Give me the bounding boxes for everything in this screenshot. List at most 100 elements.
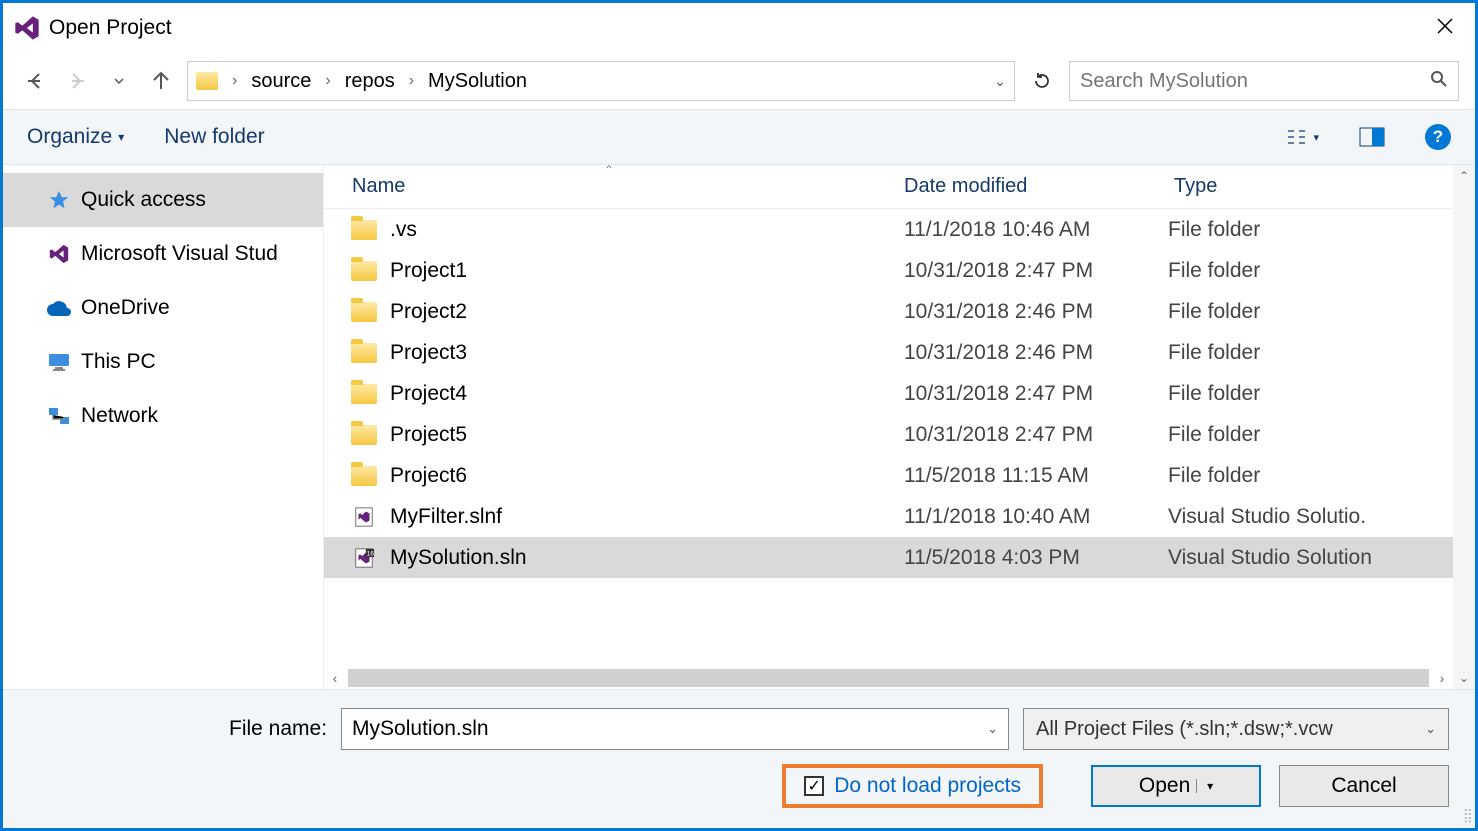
file-type: Visual Studio Solution xyxy=(1168,546,1453,570)
sidebar-item-label: OneDrive xyxy=(81,296,170,320)
recent-locations-button[interactable] xyxy=(103,65,135,97)
breadcrumb-source[interactable]: source xyxy=(247,68,315,95)
chevron-down-icon: ⌄ xyxy=(1425,721,1436,737)
sidebar-item-label: Microsoft Visual Stud xyxy=(81,242,278,266)
file-name-dropdown[interactable]: ⌄ xyxy=(987,721,998,737)
pc-icon xyxy=(47,350,71,374)
toolbar: Organize ▾ New folder ▾ ? xyxy=(3,109,1475,165)
chevron-right-icon: › xyxy=(319,72,336,90)
file-type: File folder xyxy=(1168,218,1453,242)
file-name: Project2 xyxy=(390,300,904,324)
scrollbar-track[interactable] xyxy=(348,669,1429,687)
sidebar-item-quick-access[interactable]: Quick access xyxy=(3,173,323,227)
preview-pane-icon xyxy=(1359,127,1385,147)
dialog-body: Quick access Microsoft Visual Stud OneDr… xyxy=(3,165,1475,689)
file-name: MySolution.sln xyxy=(390,546,904,570)
file-type: File folder xyxy=(1168,423,1453,447)
scroll-right-icon[interactable]: › xyxy=(1431,670,1453,686)
file-name: Project1 xyxy=(390,259,904,283)
dialog-footer: File name: ⌄ All Project Files (*.sln;*.… xyxy=(3,689,1475,828)
nav-bar: › source › repos › MySolution ⌄ xyxy=(3,53,1475,109)
file-type-filter[interactable]: All Project Files (*.sln;*.dsw;*.vcw ⌄ xyxy=(1023,708,1449,750)
back-button[interactable] xyxy=(19,65,51,97)
open-project-dialog: Open Project › source › repos › MySoluti… xyxy=(0,0,1478,831)
view-options-button[interactable]: ▾ xyxy=(1287,128,1319,146)
file-type: File folder xyxy=(1168,464,1453,488)
file-row[interactable]: 16MySolution.sln11/5/2018 4:03 PMVisual … xyxy=(324,537,1453,578)
do-not-load-projects-label[interactable]: Do not load projects xyxy=(834,774,1021,798)
refresh-button[interactable] xyxy=(1025,64,1059,98)
file-row[interactable]: Project410/31/2018 2:47 PMFile folder xyxy=(324,373,1453,414)
cancel-button[interactable]: Cancel xyxy=(1279,765,1449,807)
folder-icon xyxy=(351,261,377,281)
breadcrumb-mysolution[interactable]: MySolution xyxy=(424,68,531,95)
preview-pane-button[interactable] xyxy=(1359,127,1385,147)
network-icon xyxy=(47,404,71,428)
chevron-down-icon xyxy=(113,75,125,87)
help-button[interactable]: ? xyxy=(1425,124,1451,150)
file-row[interactable]: Project310/31/2018 2:46 PMFile folder xyxy=(324,332,1453,373)
folder-icon xyxy=(351,302,377,322)
search-input[interactable] xyxy=(1080,70,1430,93)
file-name: MyFilter.slnf xyxy=(390,505,904,529)
do-not-load-projects-checkbox[interactable]: ✓ xyxy=(804,776,824,796)
sidebar-item-network[interactable]: Network xyxy=(3,389,323,443)
file-type: File folder xyxy=(1168,300,1453,324)
file-row[interactable]: Project110/31/2018 2:47 PMFile folder xyxy=(324,250,1453,291)
chevron-right-icon: › xyxy=(403,72,420,90)
svg-text:16: 16 xyxy=(367,550,375,557)
file-date: 10/31/2018 2:46 PM xyxy=(904,300,1168,324)
address-bar[interactable]: › source › repos › MySolution ⌄ xyxy=(187,61,1015,101)
solution-file-icon: 16 xyxy=(353,547,375,569)
file-date: 10/31/2018 2:46 PM xyxy=(904,341,1168,365)
new-folder-button[interactable]: New folder xyxy=(164,125,264,149)
search-box[interactable] xyxy=(1069,61,1459,101)
open-split-dropdown[interactable]: ▾ xyxy=(1196,779,1213,793)
search-icon[interactable] xyxy=(1430,70,1448,93)
folder-icon xyxy=(351,220,377,240)
file-name-field[interactable]: ⌄ xyxy=(341,708,1009,750)
sidebar-item-onedrive[interactable]: OneDrive xyxy=(3,281,323,335)
sidebar-item-visual-studio[interactable]: Microsoft Visual Stud xyxy=(3,227,323,281)
folder-icon xyxy=(351,343,377,363)
file-type: File folder xyxy=(1168,382,1453,406)
sidebar-item-this-pc[interactable]: This PC xyxy=(3,335,323,389)
file-name-input[interactable] xyxy=(352,717,987,741)
column-header-name[interactable]: Name xyxy=(324,175,904,198)
cloud-icon xyxy=(47,296,71,320)
file-row[interactable]: .vs11/1/2018 10:46 AMFile folder xyxy=(324,209,1453,250)
scroll-up-icon[interactable]: ⌃ xyxy=(1453,165,1475,187)
sidebar-item-label: Quick access xyxy=(81,188,206,212)
file-date: 10/31/2018 2:47 PM xyxy=(904,259,1168,283)
address-dropdown[interactable]: ⌄ xyxy=(994,73,1006,90)
forward-button[interactable] xyxy=(61,65,93,97)
open-button[interactable]: Open ▾ xyxy=(1091,765,1261,807)
file-date: 10/31/2018 2:47 PM xyxy=(904,423,1168,447)
caret-down-icon: ▾ xyxy=(1313,131,1319,144)
dialog-title: Open Project xyxy=(49,16,1425,40)
organize-menu[interactable]: Organize ▾ xyxy=(27,125,124,149)
file-row[interactable]: MyFilter.slnf11/1/2018 10:40 AMVisual St… xyxy=(324,496,1453,537)
horizontal-scrollbar[interactable]: ‹ › xyxy=(324,667,1453,689)
file-row[interactable]: Project510/31/2018 2:47 PMFile folder xyxy=(324,414,1453,455)
resize-grip-icon[interactable]: ⣿ xyxy=(1463,807,1471,824)
breadcrumb-repos[interactable]: repos xyxy=(341,68,399,95)
file-name: Project4 xyxy=(390,382,904,406)
do-not-load-projects-highlight: ✓ Do not load projects xyxy=(782,764,1043,808)
file-date: 10/31/2018 2:47 PM xyxy=(904,382,1168,406)
file-rows: .vs11/1/2018 10:46 AMFile folderProject1… xyxy=(324,209,1453,667)
scroll-down-icon[interactable]: ⌄ xyxy=(1453,667,1475,689)
file-row[interactable]: Project210/31/2018 2:46 PMFile folder xyxy=(324,291,1453,332)
sidebar-item-label: Network xyxy=(81,404,158,428)
file-name: .vs xyxy=(390,218,904,242)
file-row[interactable]: Project611/5/2018 11:15 AMFile folder xyxy=(324,455,1453,496)
caret-down-icon: ▾ xyxy=(118,130,124,144)
close-button[interactable] xyxy=(1425,15,1465,41)
folder-icon xyxy=(351,425,377,445)
vertical-scrollbar[interactable]: ⌃ ⌄ xyxy=(1453,165,1475,689)
scroll-left-icon[interactable]: ‹ xyxy=(324,670,346,686)
arrow-left-icon xyxy=(25,71,45,91)
column-header-date[interactable]: Date modified xyxy=(904,175,1168,198)
up-button[interactable] xyxy=(145,65,177,97)
column-header-type[interactable]: Type xyxy=(1168,175,1453,198)
